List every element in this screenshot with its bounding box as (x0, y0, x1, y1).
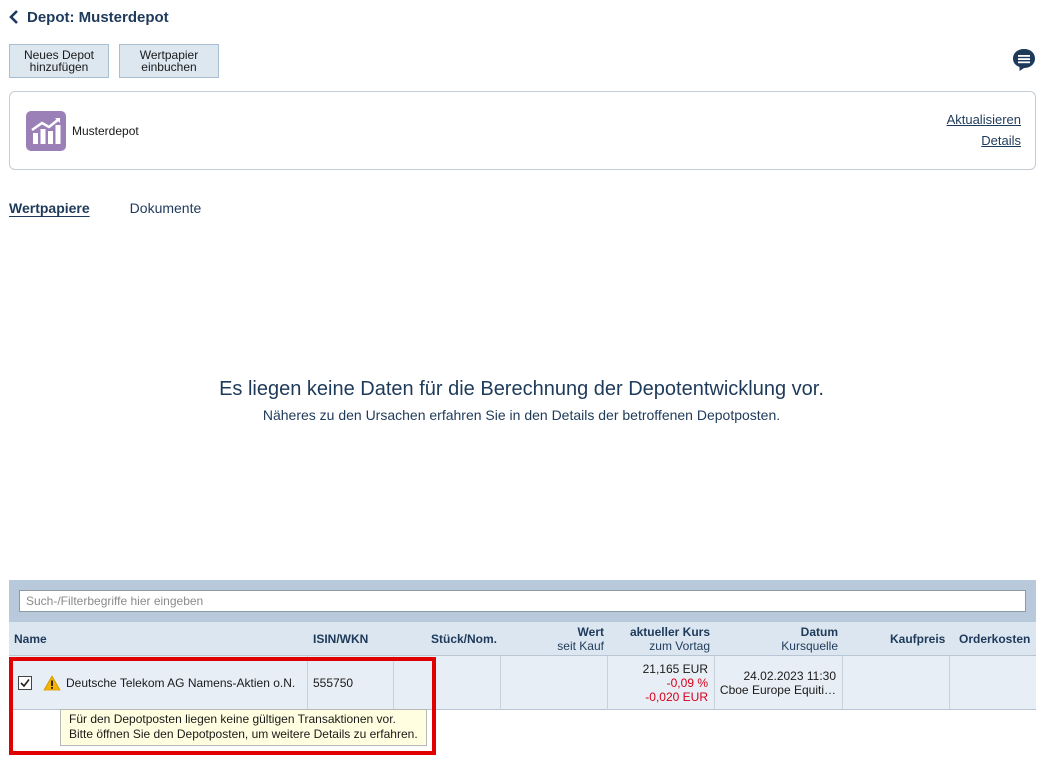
cell-price: 21,165 EUR -0,09 % -0,020 EUR (608, 656, 715, 710)
book-security-button[interactable]: Wertpapier einbuchen (119, 44, 219, 78)
depot-chart-icon (26, 111, 66, 151)
column-header-price[interactable]: aktueller Kurs zum Vortag (610, 622, 710, 656)
cell-date: 24.02.2023 11:30 Cboe Europe Equiti… (715, 656, 843, 710)
tooltip-line-2: Bitte öffnen Sie den Depotposten, um wei… (69, 727, 418, 741)
cell-order-costs (950, 656, 1036, 710)
column-header-units[interactable]: Stück/Nom. (431, 622, 497, 656)
quote-source: Cboe Europe Equiti… (719, 683, 836, 697)
row-checkbox[interactable] (18, 676, 32, 690)
depot-name: Musterdepot (72, 124, 139, 138)
tab-bar: Wertpapiere Dokumente (9, 200, 201, 216)
empty-state-hint: Näheres zu den Ursachen erfahren Sie in … (262, 407, 781, 423)
cell-units (394, 656, 501, 710)
position-isin: 555750 (313, 676, 354, 690)
column-header-buy-price[interactable]: Kaufpreis (890, 622, 945, 656)
depot-card: Musterdepot Aktualisieren Details (9, 91, 1036, 170)
warning-icon (43, 675, 61, 691)
table-row[interactable]: Deutsche Telekom AG Namens-Aktien o.N. 5… (9, 656, 1036, 710)
cell-isin: 555750 (308, 656, 394, 710)
book-security-label-2: einbuchen (141, 60, 197, 74)
page-title: Depot: Musterdepot (27, 8, 169, 26)
empty-state-message: Es liegen keine Daten für die Berechnung… (219, 378, 824, 400)
toolbar: Neues Depot hinzufügen Wertpapier einbuc… (9, 44, 219, 78)
add-depot-button[interactable]: Neues Depot hinzufügen (9, 44, 109, 78)
refresh-link[interactable]: Aktualisieren (947, 112, 1021, 127)
chat-icon[interactable] (1012, 48, 1036, 72)
cell-name: Deutsche Telekom AG Namens-Aktien o.N. (9, 656, 308, 710)
cell-buy-price (843, 656, 950, 710)
table-header: Name ISIN/WKN Stück/Nom. Wert seit Kauf … (9, 622, 1036, 656)
column-header-order-costs[interactable]: Orderkosten (959, 622, 1030, 656)
page-header: Depot: Musterdepot (9, 8, 169, 26)
tooltip-line-1: Für den Depotposten liegen keine gültige… (69, 712, 396, 726)
details-link[interactable]: Details (981, 133, 1021, 148)
column-header-date[interactable]: Datum Kursquelle (738, 622, 838, 656)
positions-table: Name ISIN/WKN Stück/Nom. Wert seit Kauf … (9, 580, 1036, 710)
column-header-name[interactable]: Name (14, 622, 47, 656)
filter-bar (9, 580, 1036, 622)
cell-value (501, 656, 608, 710)
chevron-left-icon[interactable] (9, 8, 21, 26)
column-header-isin[interactable]: ISIN/WKN (313, 622, 368, 656)
filter-input[interactable] (19, 590, 1026, 612)
warning-tooltip: Für den Depotposten liegen keine gültige… (60, 709, 427, 746)
position-name[interactable]: Deutsche Telekom AG Namens-Aktien o.N. (66, 676, 295, 690)
current-price: 21,165 EUR (642, 662, 708, 676)
column-header-value[interactable]: Wert seit Kauf (504, 622, 604, 656)
tab-securities[interactable]: Wertpapiere (9, 200, 90, 216)
change-absolute: -0,020 EUR (645, 690, 708, 704)
tab-documents[interactable]: Dokumente (130, 200, 202, 216)
add-depot-label-2: hinzufügen (29, 60, 89, 74)
change-percent: -0,09 % (666, 676, 708, 690)
quote-date: 24.02.2023 11:30 (743, 669, 836, 683)
